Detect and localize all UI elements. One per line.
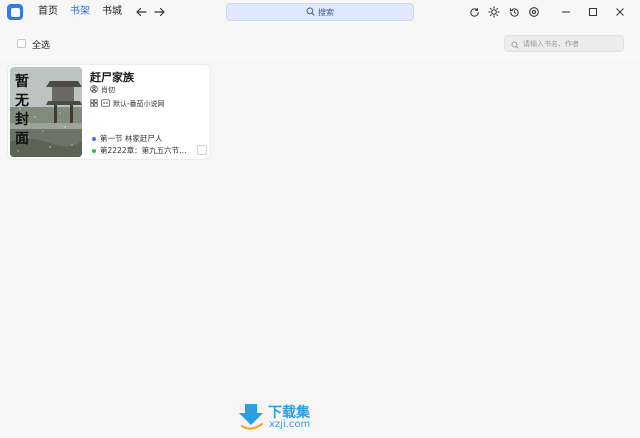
settings-gear-icon[interactable] bbox=[526, 4, 542, 20]
book-card[interactable]: 暂无封面 赶尸家族 肖仞 默认-番茄小说网 第一节 林家赶尸人 第2222章：第… bbox=[8, 65, 210, 159]
book-source: 默认-番茄小说网 bbox=[113, 100, 165, 108]
book-author: 肖仞 bbox=[101, 86, 115, 94]
book-cover: 暂无封面 bbox=[10, 67, 82, 157]
select-all-checkbox[interactable] bbox=[17, 39, 26, 48]
source-row: 默认-番茄小说网 bbox=[90, 99, 165, 109]
book-title: 赶尸家族 bbox=[90, 71, 134, 84]
watermark-logo: 下载集 xzji.com bbox=[236, 402, 326, 432]
tab-bookshelf[interactable]: 书架 bbox=[70, 5, 90, 19]
search-label: 搜索 bbox=[318, 7, 334, 17]
search-icon bbox=[511, 34, 519, 53]
app-logo-icon bbox=[7, 4, 23, 20]
tab-home[interactable]: 首页 bbox=[38, 5, 58, 19]
theme-sun-icon[interactable] bbox=[486, 4, 502, 20]
shelf-search-field[interactable] bbox=[504, 35, 624, 52]
last-read-chapter-row: 第一节 林家赶尸人 bbox=[92, 133, 162, 144]
minimize-icon[interactable] bbox=[558, 4, 574, 20]
latest-chapter-dot-icon bbox=[92, 148, 96, 153]
user-icon bbox=[90, 85, 98, 95]
back-arrow-icon[interactable] bbox=[134, 4, 148, 20]
shelf-search-input[interactable] bbox=[523, 39, 623, 48]
select-all-label: 全选 bbox=[32, 41, 51, 51]
search-icon bbox=[306, 6, 315, 18]
title-bar: 首页 书架 书城 搜索 bbox=[0, 0, 640, 25]
author-row: 肖仞 bbox=[90, 85, 115, 95]
tab-bookstore[interactable]: 书城 bbox=[102, 5, 122, 19]
book-select-checkbox[interactable] bbox=[197, 145, 207, 155]
history-icon[interactable] bbox=[506, 4, 522, 20]
latest-chapter-row: 第2222章：第九五六节… bbox=[92, 145, 187, 156]
close-icon[interactable] bbox=[612, 4, 628, 20]
download-arrow-icon bbox=[239, 404, 264, 430]
global-search-box[interactable]: 搜索 bbox=[226, 3, 414, 21]
cover-placeholder-text: 暂无封面 bbox=[15, 74, 29, 147]
refresh-icon[interactable] bbox=[466, 4, 482, 20]
forward-arrow-icon[interactable] bbox=[153, 4, 167, 20]
last-read-chapter: 第一节 林家赶尸人 bbox=[100, 134, 163, 143]
watermark-domain: xzji.com bbox=[269, 419, 311, 430]
last-read-dot-icon bbox=[92, 136, 96, 141]
grid-icon bbox=[90, 99, 98, 109]
latest-chapter: 第2222章：第九五六节… bbox=[100, 146, 187, 155]
shelf-toolbar: 全选 bbox=[0, 25, 640, 62]
source-badge-icon bbox=[101, 99, 110, 109]
maximize-icon[interactable] bbox=[585, 4, 601, 20]
